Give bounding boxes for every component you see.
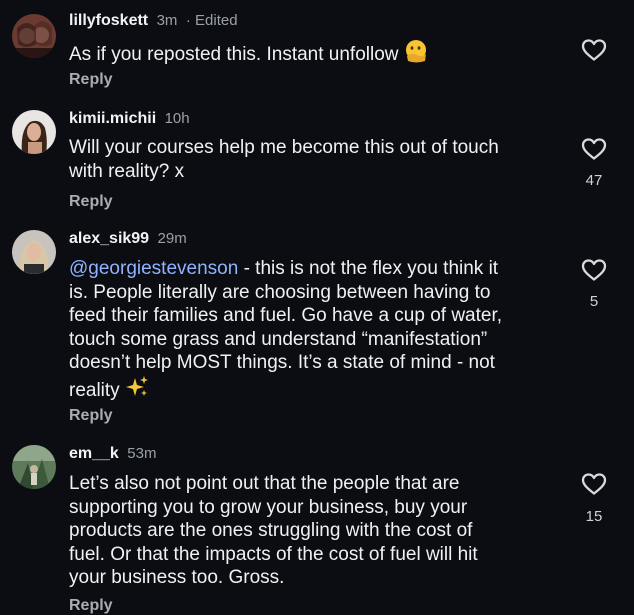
- like-count: 15: [585, 508, 603, 525]
- reply-button[interactable]: Reply: [69, 407, 113, 425]
- comment-text: As if you reposted this. Instant unfollo…: [69, 44, 399, 65]
- username[interactable]: lillyfoskett: [69, 12, 148, 29]
- username[interactable]: alex_sik99: [69, 230, 149, 247]
- reply-button[interactable]: Reply: [69, 193, 113, 211]
- comment-text: Let’s also not point out that the people…: [69, 473, 478, 588]
- face-with-hand-over-mouth-icon: [404, 39, 428, 70]
- reply-button[interactable]: Reply: [69, 71, 113, 89]
- avatar[interactable]: [12, 110, 56, 154]
- like-button[interactable]: [580, 137, 608, 161]
- heart-icon: [581, 473, 607, 495]
- heart-icon: [581, 39, 607, 61]
- like-count: 47: [585, 172, 603, 189]
- avatar[interactable]: [12, 445, 56, 489]
- like-count: 5: [589, 293, 599, 310]
- like-button[interactable]: [580, 258, 608, 282]
- reply-button[interactable]: Reply: [69, 597, 113, 615]
- heart-icon: [581, 138, 607, 160]
- sparkles-icon: [125, 375, 149, 406]
- comment-time: 3m: [156, 12, 178, 29]
- username[interactable]: em__k: [69, 445, 119, 462]
- comment-time: 53m: [127, 445, 157, 462]
- like-button[interactable]: [580, 472, 608, 496]
- username[interactable]: kimii.michii: [69, 110, 156, 127]
- like-button[interactable]: [580, 38, 608, 62]
- edited-label: · Edited: [185, 12, 238, 29]
- comment-text: @georgiestevenson - this is not the flex…: [69, 257, 569, 405]
- comment-time: 29m: [157, 230, 187, 247]
- avatar[interactable]: [12, 230, 56, 274]
- heart-icon: [581, 259, 607, 281]
- mention-link[interactable]: @georgiestevenson: [69, 258, 238, 279]
- comment-text: Will your courses help me become this ou…: [69, 137, 499, 182]
- avatar[interactable]: [12, 14, 56, 58]
- comment-time: 10h: [164, 110, 190, 127]
